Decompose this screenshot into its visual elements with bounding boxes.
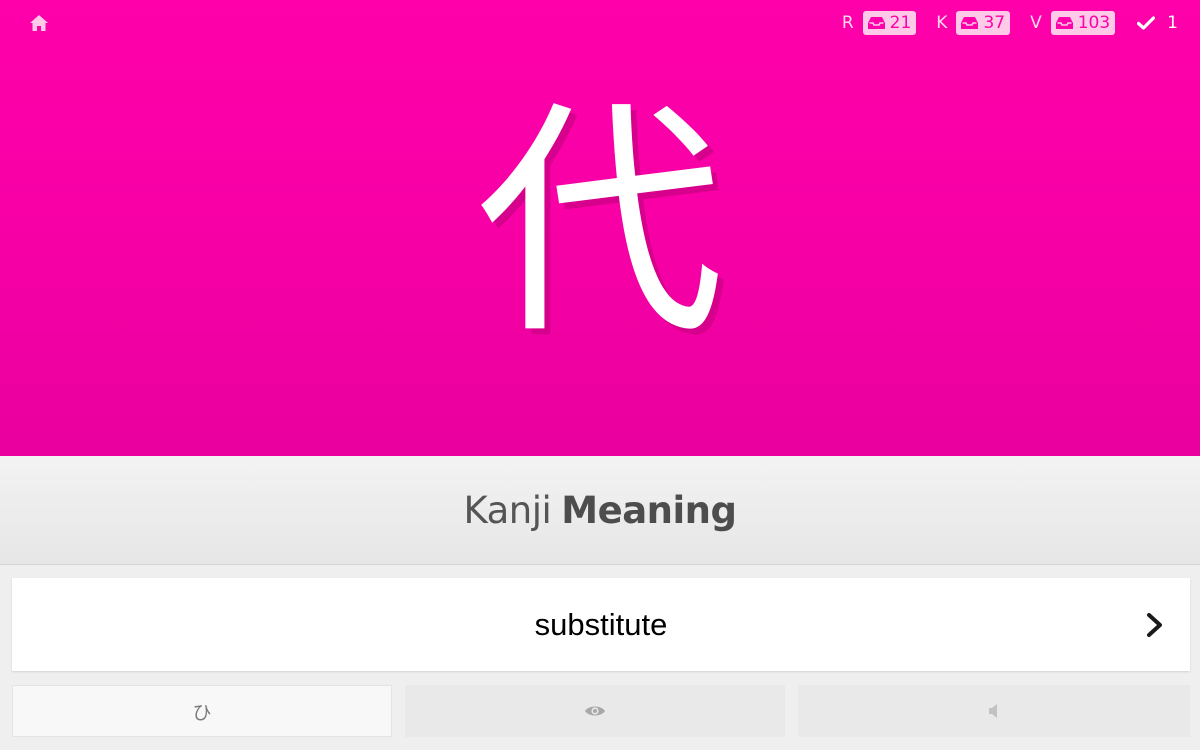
- completed-count-value: 1: [1167, 13, 1178, 33]
- answer-input[interactable]: [51, 578, 1151, 671]
- question-category: Kanji: [463, 488, 552, 532]
- stat-badge: 103: [1050, 11, 1116, 35]
- stat-letter: V: [1030, 13, 1042, 33]
- item-info-button[interactable]: [405, 685, 785, 737]
- kana-toggle-button[interactable]: ひ: [12, 685, 392, 737]
- home-button[interactable]: [28, 12, 50, 34]
- question-character: 代: [476, 80, 724, 368]
- stat-count: 103: [1077, 13, 1111, 33]
- stat-kanji[interactable]: K 37: [936, 11, 1011, 35]
- additional-actions: ひ: [12, 685, 1190, 737]
- stat-count: 21: [889, 13, 912, 33]
- question-type: Meaning: [561, 488, 737, 532]
- home-icon: [30, 15, 48, 31]
- inbox-icon: [961, 17, 979, 29]
- stat-count: 37: [983, 13, 1006, 33]
- completed-count[interactable]: 1: [1137, 13, 1178, 33]
- answer-form: [12, 578, 1190, 671]
- submit-answer-button[interactable]: [1140, 608, 1170, 641]
- stat-vocabulary[interactable]: V 103: [1030, 11, 1116, 35]
- inbox-icon: [1055, 17, 1073, 29]
- eye-icon: [585, 706, 605, 716]
- kana-toggle-label: ひ: [192, 701, 212, 724]
- play-audio-button[interactable]: [798, 685, 1190, 737]
- volume-icon: [989, 704, 997, 718]
- stat-badge: 37: [956, 11, 1011, 35]
- review-stats: R 21 K 37 V 103 1: [822, 10, 1178, 36]
- question-panel: R 21 K 37 V 103 1 代: [0, 0, 1200, 456]
- chevron-right-icon: [1147, 612, 1162, 637]
- question-type-bar: Kanji Meaning: [0, 456, 1200, 565]
- stat-badge: 21: [862, 11, 917, 35]
- stat-radicals[interactable]: R 21: [841, 11, 917, 35]
- stat-letter: R: [841, 13, 854, 33]
- check-icon: [1137, 16, 1156, 30]
- stat-letter: K: [936, 13, 948, 33]
- inbox-icon: [867, 17, 885, 29]
- review-page: R 21 K 37 V 103 1 代 Kanji Meaning substi…: [0, 0, 1200, 750]
